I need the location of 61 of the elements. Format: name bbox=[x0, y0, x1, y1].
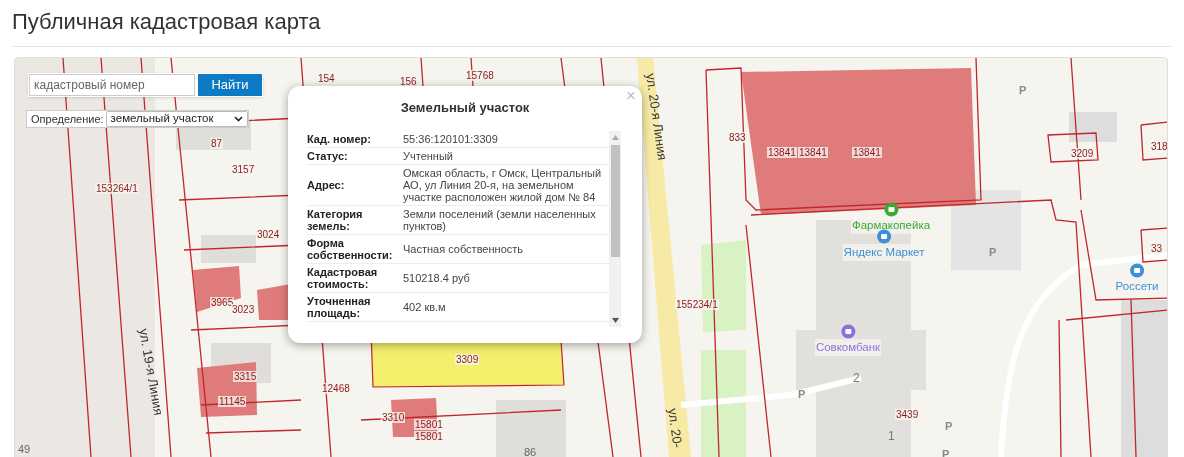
street-name: ул. 20-я Линия bbox=[642, 72, 672, 162]
parcel-number: 3157 bbox=[231, 164, 256, 175]
cadastral-number-field[interactable]: кадастровый номер bbox=[29, 74, 195, 96]
parcel-number: 318 bbox=[1150, 141, 1167, 152]
field-value: Омская область, г Омск, Центральный АО, ул Линия 20-я, на земельном участке расположен жилой дом № 84 bbox=[403, 164, 609, 205]
place-label: Яндекс Маркет bbox=[842, 244, 926, 262]
field-label: Статус: bbox=[307, 147, 403, 164]
parcel-number: 3209 bbox=[1070, 148, 1095, 159]
parcel-number: 15801 bbox=[414, 431, 444, 442]
parking-label: P bbox=[1019, 84, 1027, 96]
parcel-number: 833 bbox=[728, 132, 747, 143]
parcel-number: 3310 bbox=[381, 412, 406, 423]
parcel-number: 13841 bbox=[852, 147, 882, 158]
field-value: Учтенный bbox=[403, 147, 609, 164]
search-button[interactable]: Найти bbox=[198, 74, 262, 96]
parking-label: P bbox=[945, 420, 953, 432]
field-label: Адрес: bbox=[307, 164, 403, 205]
popup-title: Земельный участок bbox=[399, 99, 531, 117]
parking-label: P bbox=[798, 388, 806, 400]
page-title: Публичная кадастровая карта bbox=[12, 8, 322, 36]
place-label: Совкомбанк bbox=[814, 339, 882, 357]
field-label: Категория земель: bbox=[307, 205, 403, 234]
field-label: Кад. номер: bbox=[307, 130, 403, 147]
chevron-down-icon bbox=[233, 116, 243, 122]
field-label: Кадастровая стоимость: bbox=[307, 263, 403, 292]
field-value: Частная собственность bbox=[403, 234, 609, 263]
house-number: 86 bbox=[524, 446, 537, 457]
house-number: 49 bbox=[18, 443, 31, 455]
field-value: Земли поселений (земли населенных пунктов) bbox=[403, 205, 609, 234]
parcel-number: 11145 bbox=[218, 396, 247, 407]
parcel-number: 15768 bbox=[465, 70, 495, 81]
scrollbar[interactable] bbox=[609, 130, 621, 327]
parcel-number: 15801 bbox=[414, 419, 444, 430]
definition-select[interactable]: земельный участок bbox=[105, 111, 248, 127]
place-label: Фармакопейка bbox=[850, 217, 932, 235]
parcel-number: 3023 bbox=[231, 304, 256, 315]
parcel-number: 3309 bbox=[455, 354, 480, 365]
parcel-number: 3024 bbox=[256, 229, 281, 240]
parcel-number: 13841 bbox=[767, 147, 797, 158]
street-name: ул. 19-я Линия bbox=[135, 327, 168, 417]
field-value: 402 кв.м bbox=[403, 292, 609, 321]
parcel-number: 87 bbox=[210, 138, 224, 149]
definition-label: Определение: bbox=[31, 111, 105, 127]
parcel-number: 155234/1 bbox=[675, 299, 719, 310]
field-value: 55:36:120101:3309 bbox=[403, 130, 609, 147]
parcel-number: 153264/1 bbox=[95, 183, 139, 194]
street-name: ул. 20- bbox=[664, 407, 687, 450]
parcel-number: 154 bbox=[317, 73, 336, 84]
parcel-number: 33 bbox=[1150, 243, 1164, 254]
field-label: Форма собственности: bbox=[307, 234, 403, 263]
parcel-number: 3315 bbox=[233, 371, 258, 382]
scroll-up-icon bbox=[611, 134, 619, 140]
parking-label: P bbox=[989, 246, 997, 258]
entrance-number: 2 bbox=[853, 371, 860, 385]
entrance-number: 1 bbox=[888, 429, 895, 443]
scroll-down-icon bbox=[611, 317, 619, 323]
parcel-number: 3439 bbox=[895, 409, 920, 420]
field-label: Уточненная площадь: bbox=[307, 292, 403, 321]
parcel-number: 12468 bbox=[321, 383, 351, 394]
field-value: 510218.4 руб bbox=[403, 263, 609, 292]
parcel-number: 13841 bbox=[798, 147, 828, 158]
